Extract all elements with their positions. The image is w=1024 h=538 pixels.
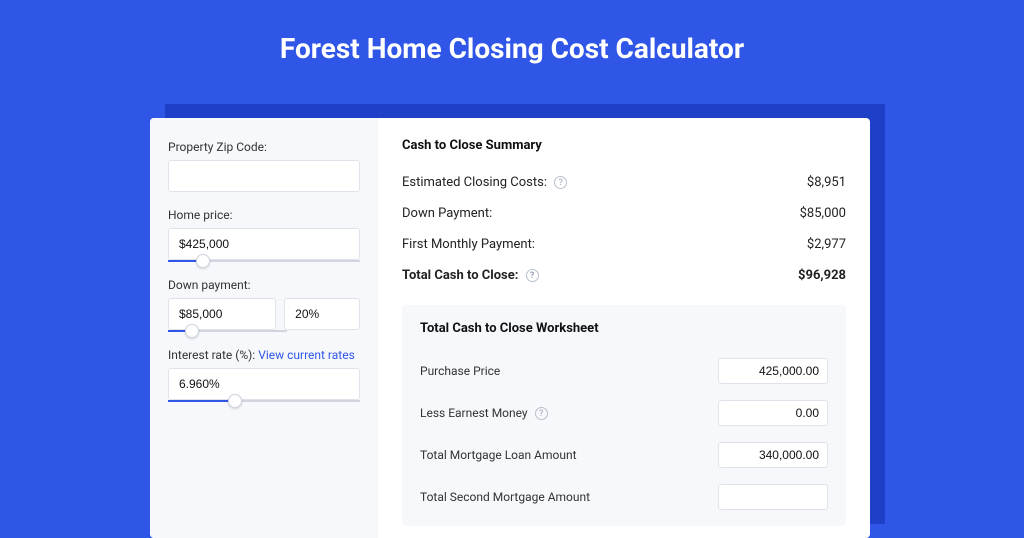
interest-rate-input[interactable] xyxy=(168,368,360,400)
help-icon[interactable]: ? xyxy=(535,407,548,420)
down-payment-label: Down payment: xyxy=(168,278,360,292)
help-icon[interactable]: ? xyxy=(554,176,567,189)
summary-label-text: Total Cash to Close: xyxy=(402,268,518,283)
interest-rate-label: Interest rate (%): View current rates xyxy=(168,348,360,362)
zip-field: Property Zip Code: xyxy=(168,140,360,192)
summary-row-total: Total Cash to Close: ? $96,928 xyxy=(402,260,846,291)
interest-rate-slider[interactable] xyxy=(168,400,360,402)
down-payment-input[interactable] xyxy=(168,298,276,330)
worksheet-section: Total Cash to Close Worksheet Purchase P… xyxy=(402,305,846,526)
summary-label: Total Cash to Close: ? xyxy=(402,268,539,283)
interest-rate-label-text: Interest rate (%): xyxy=(168,348,255,362)
summary-title: Cash to Close Summary xyxy=(402,138,846,153)
worksheet-row-purchase-price: Purchase Price xyxy=(420,350,828,392)
slider-thumb[interactable] xyxy=(228,394,242,408)
worksheet-label: Purchase Price xyxy=(420,364,500,378)
worksheet-label: Total Second Mortgage Amount xyxy=(420,490,590,504)
summary-label-text: Estimated Closing Costs: xyxy=(402,175,547,190)
results-main: Cash to Close Summary Estimated Closing … xyxy=(378,118,870,538)
summary-label: First Monthly Payment: xyxy=(402,237,535,252)
zip-input[interactable] xyxy=(168,160,360,192)
down-payment-field: Down payment: xyxy=(168,278,360,332)
worksheet-input-purchase-price[interactable] xyxy=(718,358,828,384)
worksheet-label: Total Mortgage Loan Amount xyxy=(420,448,577,462)
inputs-sidebar: Property Zip Code: Home price: Down paym… xyxy=(150,118,378,538)
help-icon[interactable]: ? xyxy=(526,269,539,282)
worksheet-title: Total Cash to Close Worksheet xyxy=(420,321,828,336)
calculator-card: Property Zip Code: Home price: Down paym… xyxy=(150,118,870,538)
summary-row-down-payment: Down Payment: $85,000 xyxy=(402,198,846,229)
summary-section: Cash to Close Summary Estimated Closing … xyxy=(402,138,846,291)
worksheet-row-earnest-money: Less Earnest Money ? xyxy=(420,392,828,434)
worksheet-row-loan-amount: Total Mortgage Loan Amount xyxy=(420,434,828,476)
summary-row-closing-costs: Estimated Closing Costs: ? $8,951 xyxy=(402,167,846,198)
summary-value: $96,928 xyxy=(798,268,846,283)
interest-rate-field: Interest rate (%): View current rates xyxy=(168,348,360,402)
worksheet-input-second-mortgage[interactable] xyxy=(718,484,828,510)
slider-fill xyxy=(168,400,235,402)
summary-value: $2,977 xyxy=(807,237,846,252)
down-payment-pct-input[interactable] xyxy=(284,298,360,330)
page-title: Forest Home Closing Cost Calculator xyxy=(0,0,1024,85)
worksheet-label-text: Less Earnest Money xyxy=(420,406,528,420)
summary-row-first-payment: First Monthly Payment: $2,977 xyxy=(402,229,846,260)
home-price-label: Home price: xyxy=(168,208,360,222)
worksheet-input-earnest-money[interactable] xyxy=(718,400,828,426)
summary-label: Down Payment: xyxy=(402,206,492,221)
worksheet-label: Less Earnest Money ? xyxy=(420,406,548,420)
worksheet-input-loan-amount[interactable] xyxy=(718,442,828,468)
slider-thumb[interactable] xyxy=(185,324,199,338)
summary-value: $85,000 xyxy=(800,206,846,221)
home-price-field: Home price: xyxy=(168,208,360,262)
summary-value: $8,951 xyxy=(807,175,846,190)
home-price-slider[interactable] xyxy=(168,260,360,262)
slider-thumb[interactable] xyxy=(196,254,210,268)
summary-label: Estimated Closing Costs: ? xyxy=(402,175,567,190)
view-rates-link[interactable]: View current rates xyxy=(258,348,355,362)
down-payment-slider[interactable] xyxy=(168,330,287,332)
zip-label: Property Zip Code: xyxy=(168,140,360,154)
